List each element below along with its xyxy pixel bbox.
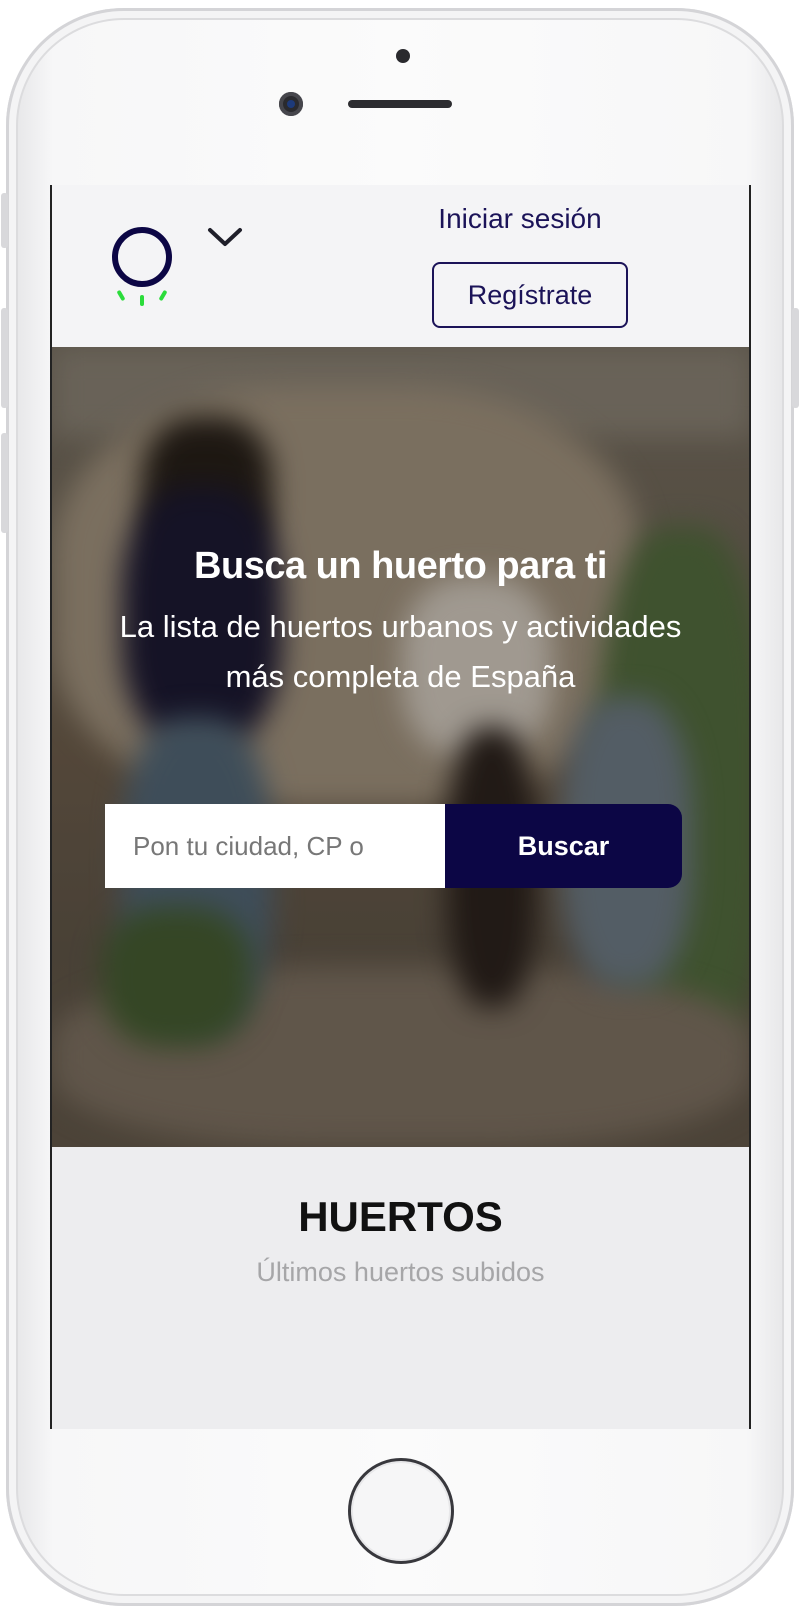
hero-overlay	[52, 347, 749, 1147]
logo-ray	[116, 289, 126, 302]
logo-ring	[112, 227, 172, 287]
hero-title: Busca un huerto para ti	[194, 545, 607, 587]
earpiece-speaker	[348, 100, 452, 108]
logo-ray	[158, 289, 168, 302]
front-camera	[279, 92, 303, 116]
chevron-down-icon[interactable]	[207, 225, 243, 249]
mute-switch	[1, 193, 8, 248]
huerto-logo-icon[interactable]	[112, 227, 172, 311]
section-title: HUERTOS	[298, 1193, 503, 1240]
hero-banner: Busca un huerto para ti La lista de huer…	[52, 347, 749, 1147]
logo-ray	[140, 295, 144, 306]
search-bar: Buscar	[105, 804, 682, 888]
hero-subtitle: La lista de huertos urbanos y actividade…	[52, 602, 749, 702]
screen: Iniciar sesión Regístrate Busca un huert…	[50, 185, 751, 1429]
home-button[interactable]	[348, 1458, 454, 1564]
login-link[interactable]: Iniciar sesión	[420, 203, 620, 235]
power-button	[792, 308, 799, 408]
volume-down-button	[1, 433, 8, 533]
proximity-sensor	[396, 49, 410, 63]
search-input[interactable]	[105, 804, 445, 888]
volume-up-button	[1, 308, 8, 408]
hero-subtitle-line: más completa de España	[225, 659, 576, 694]
hero-subtitle-line: La lista de huertos urbanos y actividade…	[119, 609, 682, 644]
register-button[interactable]: Regístrate	[432, 262, 628, 328]
search-button[interactable]: Buscar	[445, 804, 682, 888]
site-header: Iniciar sesión Regístrate	[52, 185, 749, 347]
section-subtitle: Últimos huertos subidos	[256, 1257, 545, 1287]
